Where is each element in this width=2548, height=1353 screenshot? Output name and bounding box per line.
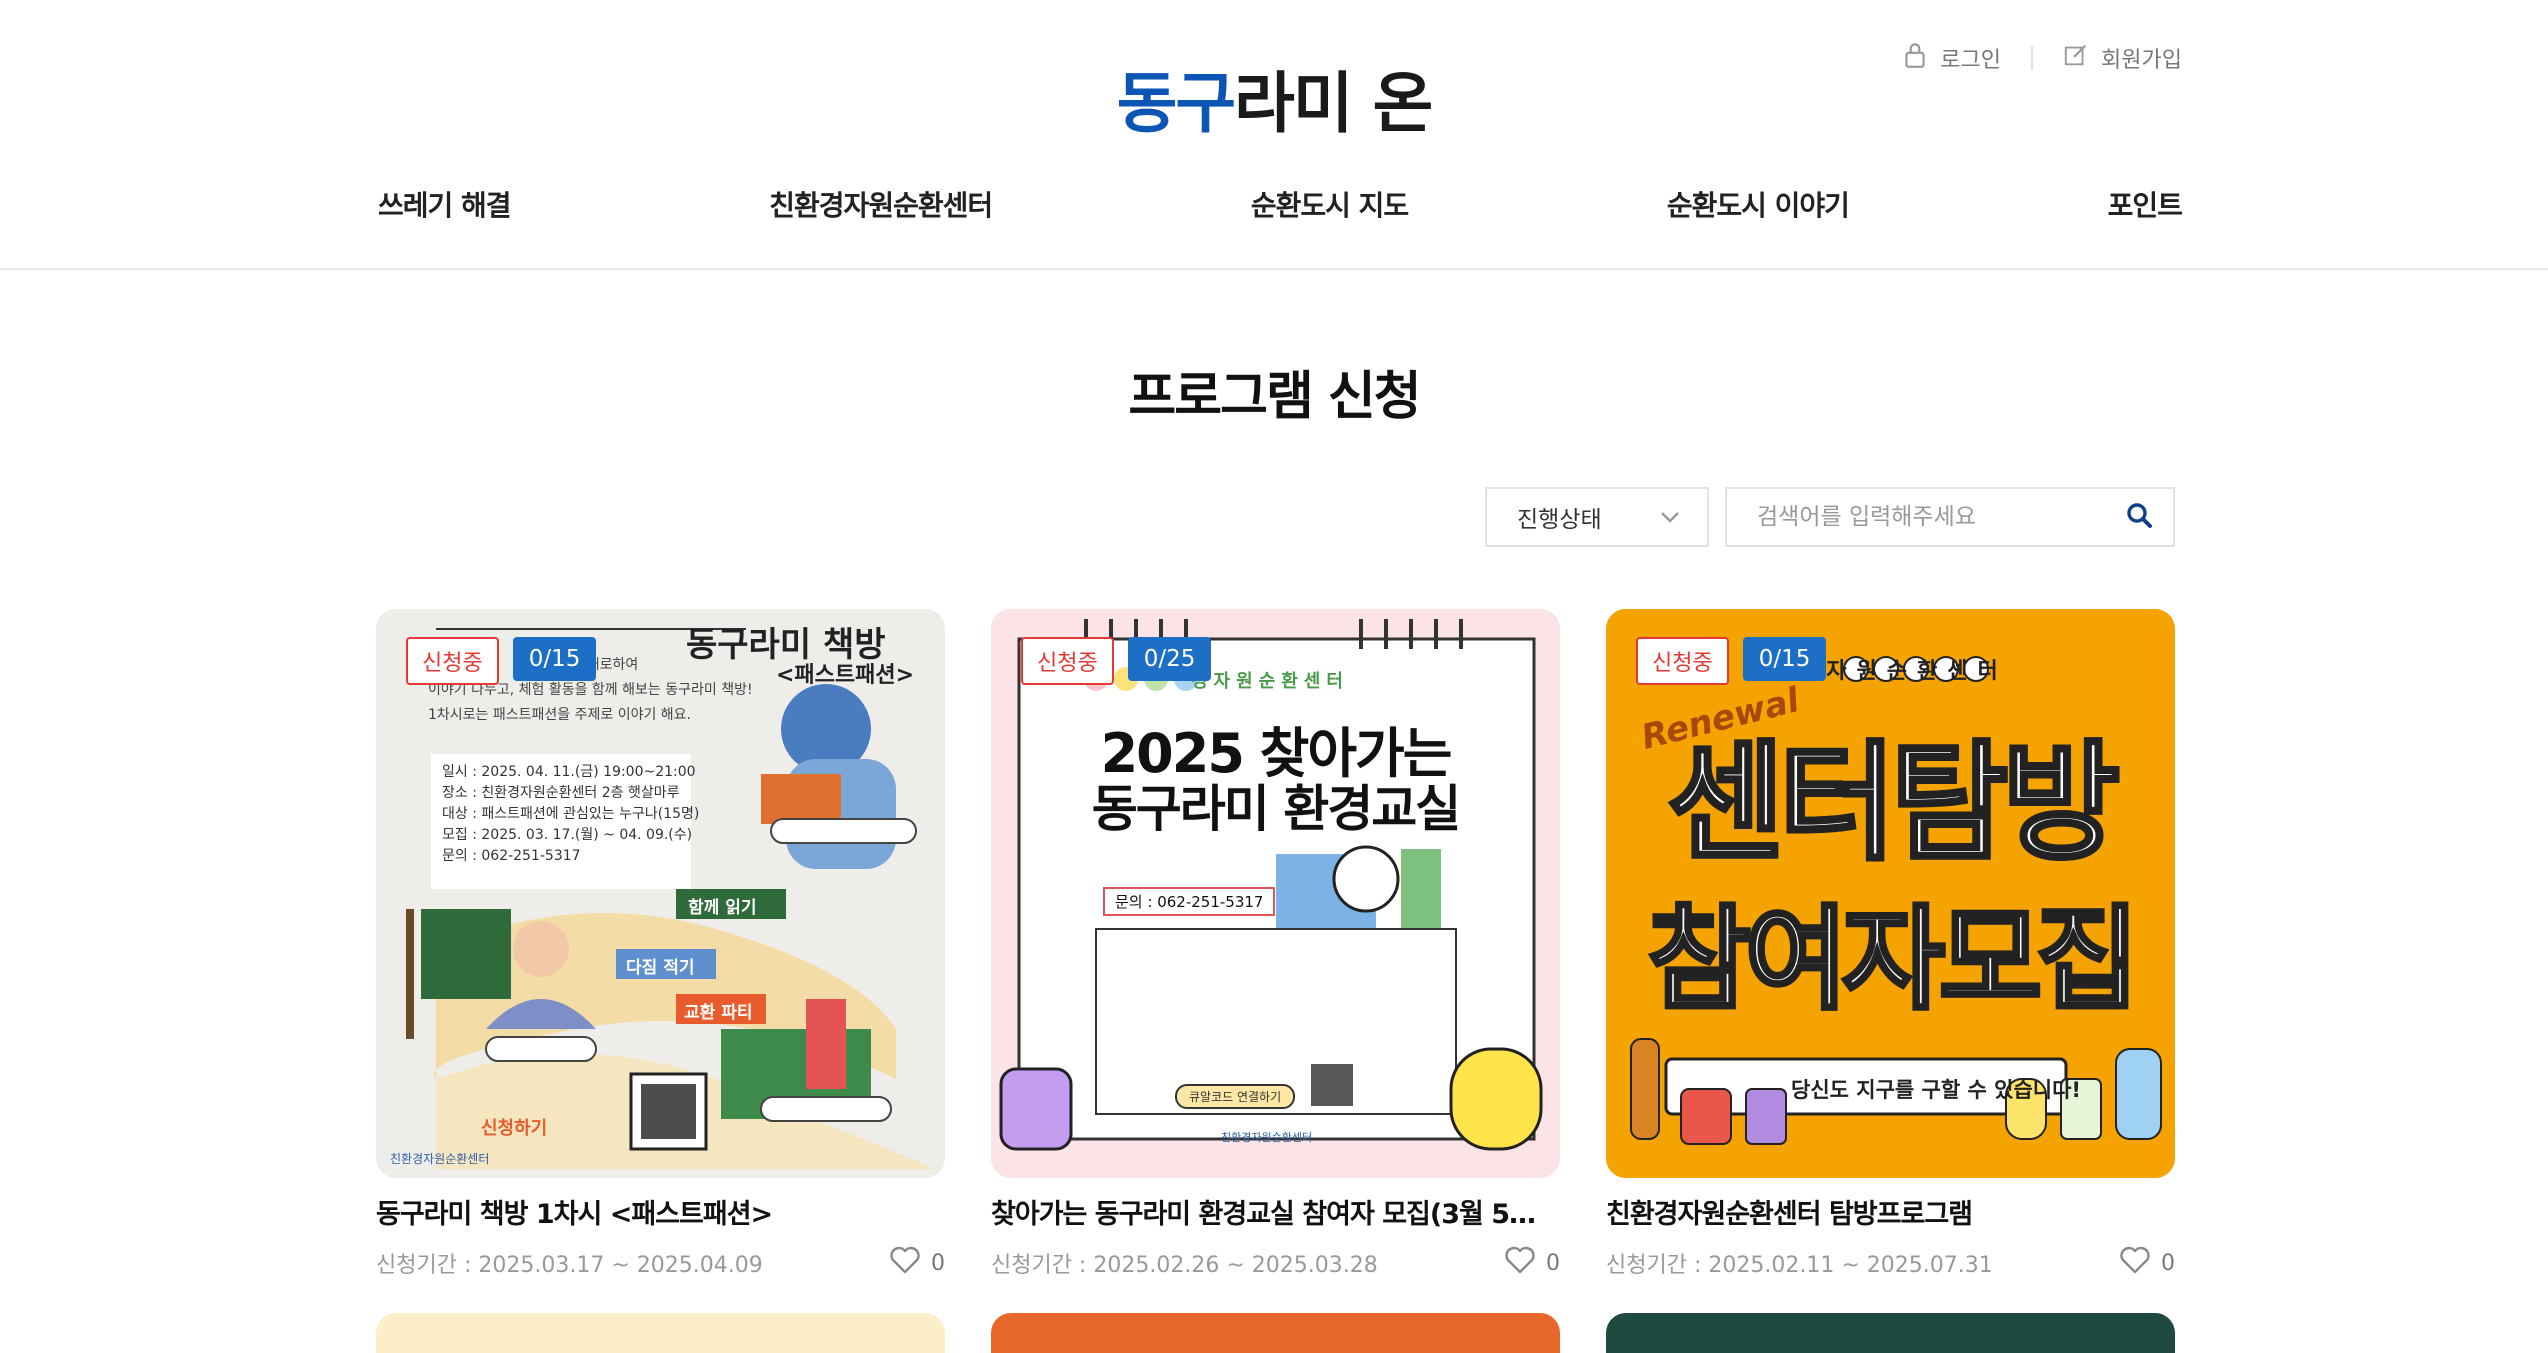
signup-link[interactable]: 회원가입: [2063, 40, 2182, 76]
like-button[interactable]: 0: [1504, 1245, 1560, 1281]
like-button[interactable]: 0: [2119, 1245, 2175, 1281]
poster-sign: 다짐 적기: [626, 958, 695, 978]
poster-text: 1차시로는 패스트패션을 주제로 이야기 해요.: [428, 707, 691, 723]
program-card[interactable]: 신청중 0/15 동구라미 책방 <패스트패션> 매개로하여 이야기 나누고, …: [376, 609, 945, 1281]
card-period: 신청기간 : 2025.03.17 ~ 2025.04.09: [376, 1253, 763, 1278]
capacity-badge: 0/25: [1127, 637, 1212, 681]
program-card-thumbnail-partial[interactable]: [991, 1313, 1560, 1353]
card-meta: 신청기간 : 2025.02.26 ~ 2025.03.28 0: [991, 1245, 1560, 1281]
poster-info-line: 대상 : 패스트패션에 관심있는 누구나(15명): [442, 806, 700, 822]
status-badge: 신청중: [406, 637, 499, 685]
poster-info: 일시 : 2025. 04. 11.(금) 19:00~21:00 장소 : 친…: [442, 762, 699, 867]
card-title[interactable]: 동구라미 책방 1차시 <패스트패션>: [376, 1192, 936, 1231]
capacity-badge: 0/15: [512, 637, 597, 681]
poster-info-line: 장소 : 친환경자원순환센터 2층 햇살마루: [442, 785, 680, 801]
search-input[interactable]: [1755, 503, 2125, 531]
poster-footer: 친환경자원순환센터: [390, 1152, 490, 1166]
poster-subheading: 동구라미 환경교실: [1091, 780, 1461, 838]
card-thumbnail[interactable]: 신청중 0/25 경자원순환센터 2025 찾아가는 동구라미 환경교실 문의 …: [991, 609, 1560, 1178]
card-thumbnail[interactable]: 신청중 0/15 경자원순환센터 Renewal 센터탐방 참여자모집 당신도 …: [1606, 609, 2175, 1178]
status-select[interactable]: 진행상태: [1485, 487, 1709, 547]
poster-sign: 함께 읽기: [688, 898, 757, 918]
utility-menu: 로그인 회원가입: [1902, 40, 2182, 76]
program-card[interactable]: 신청중 0/15 경자원순환센터 Renewal 센터탐방 참여자모집 당신도 …: [1606, 609, 2175, 1281]
signup-label: 회원가입: [2101, 48, 2182, 73]
poster-banner: 당신도 지구를 구할 수 있습니다!: [1791, 1078, 2081, 1102]
poster-center-name: 경자원순환센터: [1191, 671, 1349, 692]
nav-item-story[interactable]: 순환도시 이야기: [1667, 184, 1850, 224]
poster-info-line: 일시 : 2025. 04. 11.(금) 19:00~21:00: [442, 764, 696, 780]
logo-accent-text: 동구: [1116, 65, 1236, 142]
card-period: 신청기간 : 2025.02.26 ~ 2025.03.28: [991, 1253, 1378, 1278]
program-card[interactable]: 신청중 0/25 경자원순환센터 2025 찾아가는 동구라미 환경교실 문의 …: [991, 609, 1560, 1281]
chevron-down-icon: [1659, 504, 1681, 530]
nav-item-center[interactable]: 친환경자원순환센터: [769, 184, 993, 224]
status-select-value: 진행상태: [1517, 507, 1602, 533]
heart-icon: [1504, 1245, 1536, 1281]
poster-subheading: <패스트패션>: [776, 663, 915, 688]
capacity-badge: 0/15: [1742, 637, 1827, 681]
poster-subheading: 참여자모집: [1646, 893, 2141, 1027]
edit-icon: [2063, 40, 2089, 76]
card-badges: 신청중 0/25: [1021, 637, 1212, 685]
poster-center-name: 경자원순환센터: [1796, 659, 2008, 684]
card-meta: 신청기간 : 2025.02.11 ~ 2025.07.31 0: [1606, 1245, 2175, 1281]
like-count: 0: [931, 1250, 945, 1276]
poster-info-line: 문의 : 062-251-5317: [442, 848, 581, 864]
program-card-thumbnail-partial[interactable]: [1606, 1313, 2175, 1353]
logo-text: 라미 온: [1234, 65, 1433, 142]
login-link[interactable]: 로그인: [1902, 40, 2001, 76]
card-meta: 신청기간 : 2025.03.17 ~ 2025.04.09 0: [376, 1245, 945, 1281]
util-divider: [2031, 46, 2034, 70]
page-title: 프로그램 신청: [1128, 367, 1421, 427]
status-badge: 신청중: [1636, 637, 1729, 685]
poster-phone: 문의 : 062-251-5317: [1103, 887, 1276, 916]
like-count: 0: [1546, 1250, 1560, 1276]
card-title[interactable]: 찾아가는 동구라미 환경교실 참여자 모집(3월 5일부...: [991, 1192, 1551, 1231]
poster-info-line: 모집 : 2025. 03. 17.(월) ~ 04. 09.(수): [442, 827, 693, 843]
status-badge: 신청중: [1021, 637, 1114, 685]
heart-icon: [2119, 1245, 2151, 1281]
poster-footer: 친환경자원순환센터: [1221, 1131, 1313, 1144]
heart-icon: [889, 1245, 921, 1281]
card-badges: 신청중 0/15: [406, 637, 597, 685]
poster-apply: 신청하기: [481, 1118, 548, 1139]
nav-item-waste[interactable]: 쓰레기 해결: [378, 184, 512, 224]
poster-qr-label: 큐알코드 연결하기: [1175, 1084, 1296, 1109]
login-label: 로그인: [1940, 48, 2002, 73]
poster-heading: 센터탐방: [1665, 727, 2122, 880]
lock-icon: [1902, 40, 1928, 76]
search-box: [1725, 487, 2175, 547]
poster-sign: 교환 파티: [684, 1003, 753, 1023]
card-period: 신청기간 : 2025.02.11 ~ 2025.07.31: [1606, 1253, 1993, 1278]
nav-item-point[interactable]: 포인트: [2108, 184, 2183, 224]
site-header: 동구라미 온 로그인 회원가입 쓰레기 해결 친환경자원순환센터 순환도시 지도…: [0, 0, 2548, 270]
card-thumbnail[interactable]: 신청중 0/15 동구라미 책방 <패스트패션> 매개로하여 이야기 나누고, …: [376, 609, 945, 1178]
filter-bar: 진행상태: [1485, 487, 2175, 547]
card-title[interactable]: 친환경자원순환센터 탐방프로그램: [1606, 1192, 2166, 1231]
search-icon[interactable]: [2125, 501, 2153, 533]
nav-item-map[interactable]: 순환도시 지도: [1251, 184, 1409, 224]
like-button[interactable]: 0: [889, 1245, 945, 1281]
like-count: 0: [2161, 1250, 2175, 1276]
program-card-thumbnail-partial[interactable]: [376, 1313, 945, 1353]
card-badges: 신청중 0/15: [1636, 637, 1827, 685]
main-nav: 쓰레기 해결 친환경자원순환센터 순환도시 지도 순환도시 이야기 포인트: [378, 184, 2183, 224]
